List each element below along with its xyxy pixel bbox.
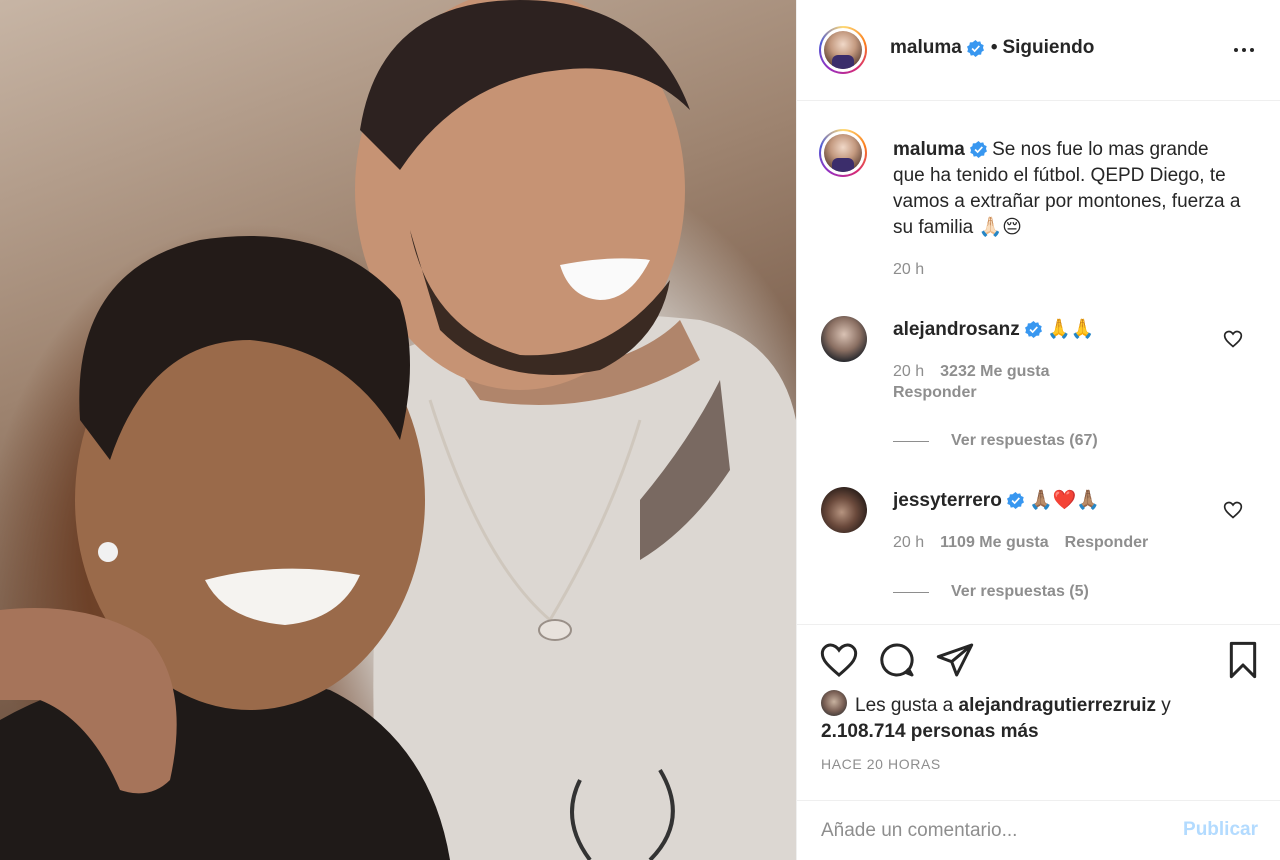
likes-count[interactable]: 2.108.714 personas más	[821, 721, 1039, 742]
commenter-username[interactable]: jessyterrero	[893, 490, 1002, 511]
comment-icon[interactable]	[877, 640, 917, 680]
comment-meta: 20 h 3232 Me gusta	[893, 363, 1066, 381]
view-replies-button[interactable]: Ver respuestas (67)	[893, 432, 1098, 450]
view-replies-button[interactable]: Ver respuestas (5)	[893, 583, 1089, 601]
comment-text: 🙏🙏	[1041, 319, 1095, 340]
share-icon[interactable]	[935, 640, 975, 680]
verified-badge-icon	[966, 39, 984, 57]
comment-body: jessyterrero 🙏🏽❤️🙏🏽	[893, 488, 1100, 514]
liker-avatar[interactable]	[821, 690, 847, 716]
likes-prefix: Les gusta a	[855, 695, 959, 716]
comment-text: 🙏🏽❤️🙏🏽	[1023, 490, 1101, 511]
comment-like-heart-icon[interactable]	[1223, 500, 1243, 520]
caption-author-username[interactable]: maluma	[893, 139, 965, 160]
liker-username[interactable]: alejandragutierrezruiz	[959, 695, 1156, 716]
author-info: maluma • Siguiendo	[890, 37, 1094, 59]
comment-input[interactable]	[821, 815, 1151, 847]
author-avatar[interactable]	[819, 26, 867, 74]
comment-body: alejandrosanz 🙏🙏	[893, 317, 1094, 343]
divider-line	[893, 440, 929, 442]
heart-icon[interactable]	[819, 640, 859, 680]
caption-text-block: maluma Se nos fue lo mas grande que ha t…	[893, 137, 1243, 241]
verified-badge-icon	[1006, 492, 1024, 510]
commenter-avatar[interactable]	[821, 316, 867, 362]
comment-likes-count[interactable]: 1109 Me gusta	[940, 534, 1049, 551]
likes-summary: Les gusta a alejandragutierrezruiz y 2.1…	[821, 690, 1261, 745]
post-details-panel: maluma • Siguiendo maluma Se nos fue lo …	[796, 0, 1280, 860]
comment-like-heart-icon[interactable]	[1223, 329, 1243, 349]
post-timestamp[interactable]: HACE 20 HORAS	[821, 756, 941, 772]
following-button[interactable]: Siguiendo	[1002, 37, 1094, 59]
more-options-icon[interactable]	[1230, 36, 1258, 64]
commenter-avatar[interactable]	[821, 487, 867, 533]
action-bar	[797, 640, 1280, 684]
comment-time: 20 h	[893, 363, 925, 380]
verified-badge-icon	[969, 141, 987, 159]
caption-author-avatar[interactable]	[819, 129, 867, 177]
likes-connector: y	[1155, 695, 1171, 716]
comment-likes-count[interactable]: 3232 Me gusta	[940, 363, 1049, 380]
comment-time: 20 h	[893, 534, 925, 551]
post-header: maluma • Siguiendo	[797, 0, 1280, 101]
view-replies-label: Ver respuestas (5)	[951, 583, 1089, 600]
bookmark-icon[interactable]	[1223, 640, 1263, 680]
verified-badge-icon	[1024, 321, 1042, 339]
separator-dot: •	[990, 37, 998, 58]
caption-time: 20 h	[893, 261, 925, 278]
divider-line	[893, 591, 929, 593]
view-replies-label: Ver respuestas (67)	[951, 432, 1098, 449]
photo-illustration	[0, 0, 796, 860]
publish-button[interactable]: Publicar	[1183, 819, 1258, 841]
add-comment-bar: Publicar	[797, 800, 1280, 860]
commenter-username[interactable]: alejandrosanz	[893, 319, 1020, 340]
reply-button[interactable]: Responder	[1065, 534, 1149, 551]
comment-meta: 20 h 1109 Me gusta Responder	[893, 534, 1164, 552]
author-username[interactable]: maluma	[890, 37, 962, 59]
post-photo[interactable]	[0, 0, 796, 860]
reply-button[interactable]: Responder	[893, 384, 977, 402]
comments-list[interactable]: maluma Se nos fue lo mas grande que ha t…	[797, 101, 1280, 625]
